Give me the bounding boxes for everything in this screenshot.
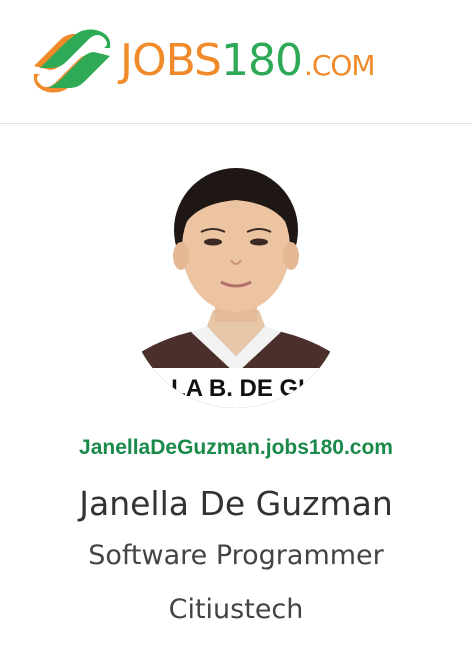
profile-name: Janella De Guzman [79, 484, 393, 523]
logo-suffix: .COM [303, 49, 376, 82]
photo-caption: LLA B. DE GU [156, 375, 315, 402]
profile-subdomain-link[interactable]: JanellaDeGuzman.jobs180.com [0, 436, 472, 460]
logo-wordmark: JOBS 180 .COM [120, 35, 376, 86]
profile-company: Citiustech [168, 594, 304, 625]
logo-word: JOBS [120, 35, 222, 86]
site-header: JOBS 180 .COM [0, 0, 472, 124]
jobs180-logo[interactable]: JOBS 180 .COM [26, 26, 376, 96]
logo-number: 180 [220, 35, 303, 86]
profile-job-title: Software Programmer [88, 540, 384, 571]
profile-photo: LLA B. DE GU [129, 160, 343, 408]
jobs180-logo-icon [33, 29, 111, 93]
